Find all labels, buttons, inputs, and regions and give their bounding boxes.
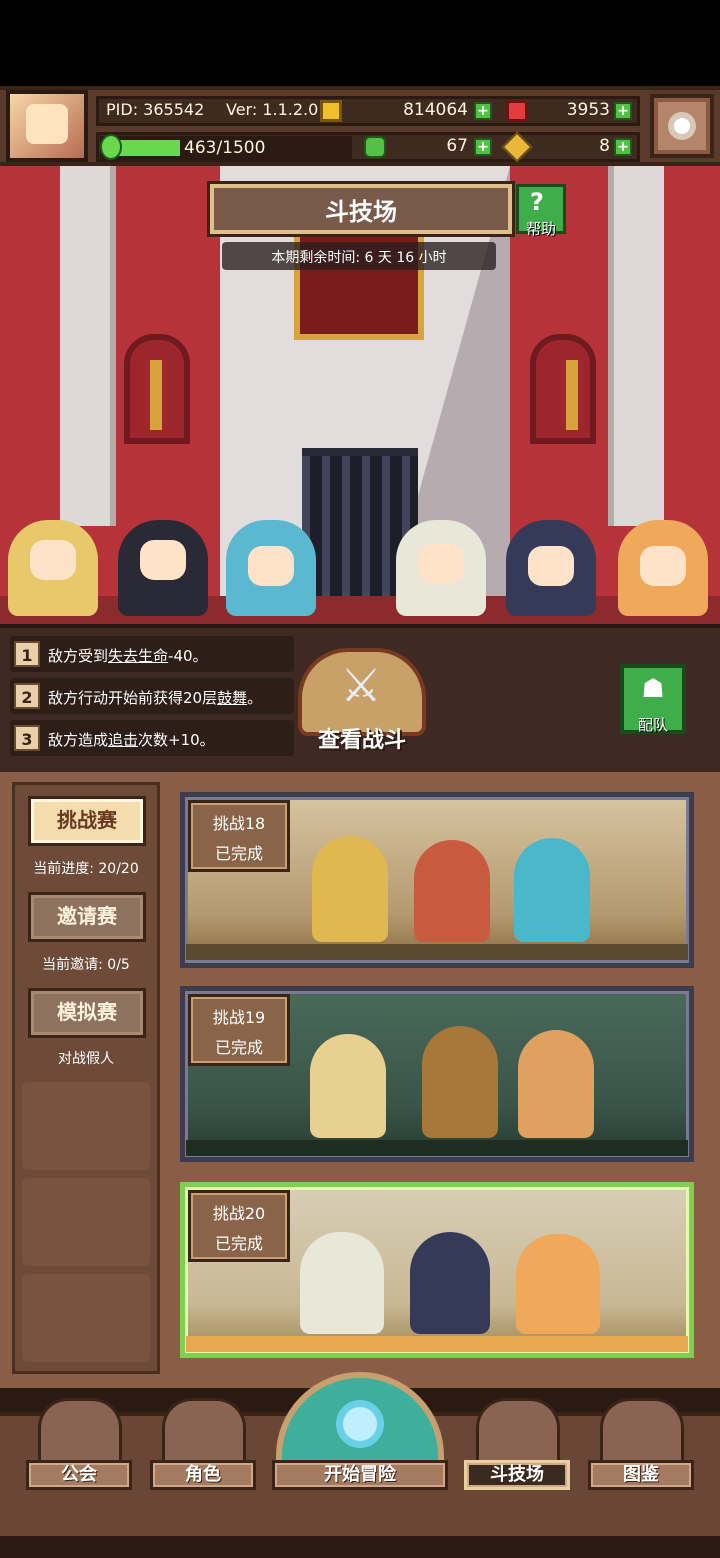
hero-face: [248, 546, 294, 586]
challenge-mode-button[interactable]: 挑战赛: [28, 796, 146, 846]
nav-arena[interactable]: 斗技场: [464, 1460, 570, 1490]
sword-decoration-icon: [150, 360, 162, 430]
pillar-left: [60, 166, 116, 526]
crossed-swords-icon: ⚔: [340, 658, 382, 712]
nav-codex[interactable]: 图鉴: [588, 1460, 694, 1490]
empty-slot: [22, 1274, 150, 1362]
coin-icon: [320, 100, 342, 122]
clover-icon: [364, 136, 386, 158]
buff-number: 3: [14, 725, 40, 751]
arena-nav-icon[interactable]: [476, 1398, 560, 1464]
buff-number: 1: [14, 641, 40, 667]
energy-icon: [100, 134, 122, 160]
simulation-subtitle: 对战假人: [58, 1051, 114, 1067]
challenge-status: 已完成: [214, 844, 263, 863]
buff-number: 2: [14, 683, 40, 709]
question-icon: ?: [530, 188, 544, 216]
team-icon: ☗: [641, 674, 665, 704]
empty-slot: [22, 1082, 150, 1170]
hero-face: [418, 544, 464, 584]
coin-count: 814064: [403, 100, 468, 120]
gear-icon: [668, 112, 696, 140]
card-ground: [186, 1336, 688, 1352]
challenge-progress: 当前进度: 20/20: [33, 861, 139, 877]
add-gems-button[interactable]: +: [614, 102, 632, 120]
characters-icon[interactable]: [162, 1398, 246, 1464]
challenge-status: 已完成: [214, 1234, 263, 1253]
magnifier-icon: [336, 1400, 384, 1448]
gem-count: 3953: [566, 100, 610, 120]
hero-face: [30, 540, 76, 580]
enemy-hero: [514, 838, 590, 942]
add-coins-button[interactable]: +: [474, 102, 492, 120]
guild-icon[interactable]: [38, 1398, 122, 1464]
enemy-hero: [414, 840, 490, 942]
hero-face: [640, 546, 686, 586]
challenge-title: 挑战18: [212, 814, 266, 833]
view-battle-label: 查看战斗: [317, 728, 406, 753]
nav-start-adventure[interactable]: 开始冒险: [272, 1460, 448, 1490]
hero-face: [140, 540, 186, 580]
clover-count: 67: [446, 136, 468, 156]
enemy-hero: [516, 1234, 600, 1334]
enemy-hero: [300, 1232, 384, 1334]
add-keys-button[interactable]: +: [614, 138, 632, 156]
invitation-mode-button[interactable]: 邀请赛: [28, 892, 146, 942]
avatar-face: [26, 104, 68, 144]
energy-value: 463/1500: [184, 138, 266, 158]
enemy-hero: [310, 1034, 386, 1138]
buff-text: 敌方造成追击次数+10。: [48, 731, 215, 749]
key-count: 8: [599, 136, 610, 156]
empty-slot: [22, 1178, 150, 1266]
card-ground: [186, 944, 688, 960]
card-ground: [186, 1140, 688, 1156]
pillar-right: [608, 166, 664, 526]
challenge-title: 挑战20: [212, 1204, 266, 1223]
player-id: PID: 365542: [106, 100, 205, 119]
gem-icon: [506, 100, 528, 122]
page-title: 斗技场: [325, 198, 397, 226]
enemy-hero: [312, 836, 388, 942]
enemy-hero: [410, 1232, 490, 1334]
version-label: Ver: 1.1.2.0: [226, 100, 319, 119]
nav-guild[interactable]: 公会: [26, 1460, 132, 1490]
arena-floor: [0, 596, 720, 624]
buff-text: 敌方行动开始前获得20层鼓舞。: [48, 689, 263, 707]
team-setup-label: 配队: [637, 716, 668, 734]
help-label: 帮助: [525, 220, 556, 238]
remaining-time: 本期剩余时间: 6 天 16 小时: [271, 250, 447, 266]
nav-characters[interactable]: 角色: [150, 1460, 256, 1490]
buff-text: 敌方受到失去生命-40。: [48, 647, 208, 665]
challenge-status: 已完成: [214, 1038, 263, 1057]
hero-face: [528, 546, 574, 586]
wall-niche-right: [530, 334, 596, 444]
simulation-mode-button[interactable]: 模拟赛: [28, 988, 146, 1038]
enemy-hero: [422, 1026, 498, 1138]
codex-icon[interactable]: [600, 1398, 684, 1464]
enemy-hero: [518, 1030, 594, 1138]
sword-decoration-icon: [566, 360, 578, 430]
add-clovers-button[interactable]: +: [474, 138, 492, 156]
invitation-count: 当前邀请: 0/5: [42, 957, 130, 973]
challenge-title: 挑战19: [212, 1008, 266, 1027]
